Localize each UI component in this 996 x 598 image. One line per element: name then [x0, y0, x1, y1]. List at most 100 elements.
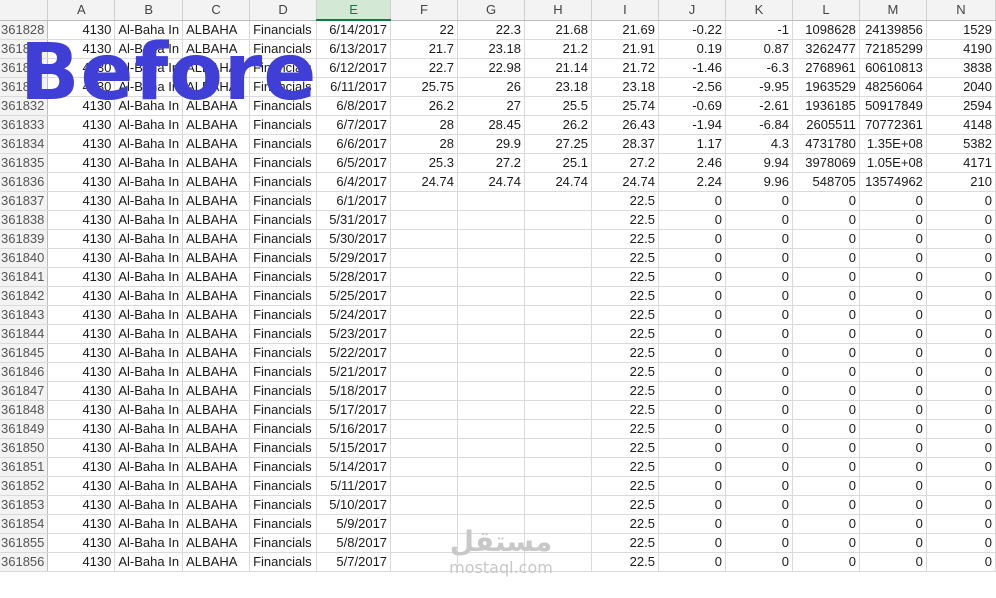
cell-k[interactable]: 0 [725, 533, 793, 553]
cell-f[interactable] [390, 324, 459, 344]
cell-n[interactable]: 0 [926, 552, 996, 572]
cell-g[interactable] [457, 495, 525, 515]
cell-m[interactable]: 0 [859, 324, 927, 344]
cell-e[interactable]: 6/4/2017 [316, 172, 392, 192]
cell-f[interactable]: 22.7 [390, 58, 459, 78]
cell-j[interactable]: 0 [658, 495, 726, 515]
row-header[interactable]: 361847 [0, 381, 49, 401]
cell-f[interactable] [390, 286, 459, 306]
cell-h[interactable]: 21.2 [524, 39, 592, 59]
cell-c[interactable]: ALBAHA [182, 172, 251, 192]
cell-e[interactable]: 5/8/2017 [316, 533, 392, 553]
row-header[interactable]: 361836 [0, 172, 49, 192]
cell-j[interactable]: 0 [658, 400, 726, 420]
cell-f[interactable]: 21.7 [390, 39, 459, 59]
cell-f[interactable]: 26.2 [390, 96, 459, 116]
cell-n[interactable]: 210 [926, 172, 996, 192]
cell-i[interactable]: 22.5 [591, 343, 659, 363]
cell-h[interactable] [524, 381, 592, 401]
cell-c[interactable]: ALBAHA [182, 381, 251, 401]
cell-g[interactable] [457, 305, 525, 325]
cell-c[interactable]: ALBAHA [182, 457, 251, 477]
cell-m[interactable]: 0 [859, 229, 927, 249]
cell-f[interactable]: 24.74 [390, 172, 459, 192]
column-header-j[interactable]: J [658, 0, 726, 21]
cell-i[interactable]: 23.18 [591, 77, 659, 97]
cell-c[interactable]: ALBAHA [182, 134, 251, 154]
cell-i[interactable]: 25.74 [591, 96, 659, 116]
cell-l[interactable]: 0 [792, 305, 860, 325]
cell-b[interactable]: Al-Baha In [114, 552, 184, 572]
cell-b[interactable]: Al-Baha In [114, 400, 184, 420]
cell-j[interactable]: -1.46 [658, 58, 726, 78]
cell-l[interactable]: 0 [792, 476, 860, 496]
cell-j[interactable]: 0 [658, 533, 726, 553]
cell-e[interactable]: 5/23/2017 [316, 324, 392, 344]
cell-c[interactable]: ALBAHA [182, 362, 251, 382]
cell-g[interactable] [457, 267, 525, 287]
cell-k[interactable]: -1 [725, 20, 793, 40]
cell-m[interactable]: 1.05E+08 [859, 153, 927, 173]
cell-m[interactable]: 50917849 [859, 96, 927, 116]
cell-n[interactable]: 0 [926, 419, 996, 439]
cell-c[interactable]: ALBAHA [182, 419, 251, 439]
cell-m[interactable]: 70772361 [859, 115, 927, 135]
cell-k[interactable]: -6.84 [725, 115, 793, 135]
cell-l[interactable]: 3262477 [792, 39, 860, 59]
cell-e[interactable]: 6/13/2017 [316, 39, 392, 59]
cell-b[interactable]: Al-Baha In [114, 134, 184, 154]
cell-j[interactable]: 0 [658, 286, 726, 306]
cell-l[interactable]: 2605511 [792, 115, 860, 135]
cell-j[interactable]: -2.56 [658, 77, 726, 97]
cell-a[interactable]: 4130 [47, 267, 116, 287]
cell-j[interactable]: 0 [658, 267, 726, 287]
cell-a[interactable]: 4130 [47, 248, 116, 268]
cell-c[interactable]: ALBAHA [182, 229, 251, 249]
cell-n[interactable]: 1529 [926, 20, 996, 40]
cell-f[interactable] [390, 343, 459, 363]
cell-h[interactable]: 26.2 [524, 115, 592, 135]
cell-k[interactable]: 0 [725, 305, 793, 325]
cell-f[interactable] [390, 229, 459, 249]
cell-i[interactable]: 22.5 [591, 248, 659, 268]
cell-d[interactable]: Financials [249, 229, 318, 249]
select-all-corner[interactable] [0, 0, 49, 21]
cell-g[interactable] [457, 457, 525, 477]
cell-i[interactable]: 22.5 [591, 305, 659, 325]
row-header[interactable]: 361843 [0, 305, 49, 325]
cell-n[interactable]: 4190 [926, 39, 996, 59]
cell-e[interactable]: 5/15/2017 [316, 438, 392, 458]
cell-l[interactable]: 1963529 [792, 77, 860, 97]
cell-k[interactable]: 0 [725, 229, 793, 249]
cell-f[interactable] [390, 191, 459, 211]
cell-m[interactable]: 72185299 [859, 39, 927, 59]
cell-c[interactable]: ALBAHA [182, 248, 251, 268]
row-header[interactable]: 361853 [0, 495, 49, 515]
cell-c[interactable]: ALBAHA [182, 305, 251, 325]
cell-g[interactable] [457, 362, 525, 382]
cell-b[interactable]: Al-Baha In [114, 172, 184, 192]
cell-f[interactable] [390, 248, 459, 268]
cell-b[interactable]: Al-Baha In [114, 286, 184, 306]
cell-e[interactable]: 5/30/2017 [316, 229, 392, 249]
cell-g[interactable] [457, 419, 525, 439]
cell-j[interactable]: 0 [658, 210, 726, 230]
row-header[interactable]: 361840 [0, 248, 49, 268]
row-header[interactable]: 361856 [0, 552, 49, 572]
cell-e[interactable]: 6/1/2017 [316, 191, 392, 211]
cell-a[interactable]: 4130 [47, 438, 116, 458]
cell-i[interactable]: 22.5 [591, 400, 659, 420]
cell-l[interactable]: 3978069 [792, 153, 860, 173]
row-header[interactable]: 361844 [0, 324, 49, 344]
cell-h[interactable] [524, 343, 592, 363]
column-header-c[interactable]: C [182, 0, 251, 21]
cell-b[interactable]: Al-Baha In [114, 248, 184, 268]
cell-f[interactable] [390, 457, 459, 477]
cell-b[interactable]: Al-Baha In [114, 457, 184, 477]
cell-h[interactable] [524, 286, 592, 306]
cell-k[interactable]: 0 [725, 210, 793, 230]
cell-d[interactable]: Financials [249, 210, 318, 230]
cell-l[interactable]: 1936185 [792, 96, 860, 116]
row-header[interactable]: 361851 [0, 457, 49, 477]
cell-f[interactable]: 25.3 [390, 153, 459, 173]
